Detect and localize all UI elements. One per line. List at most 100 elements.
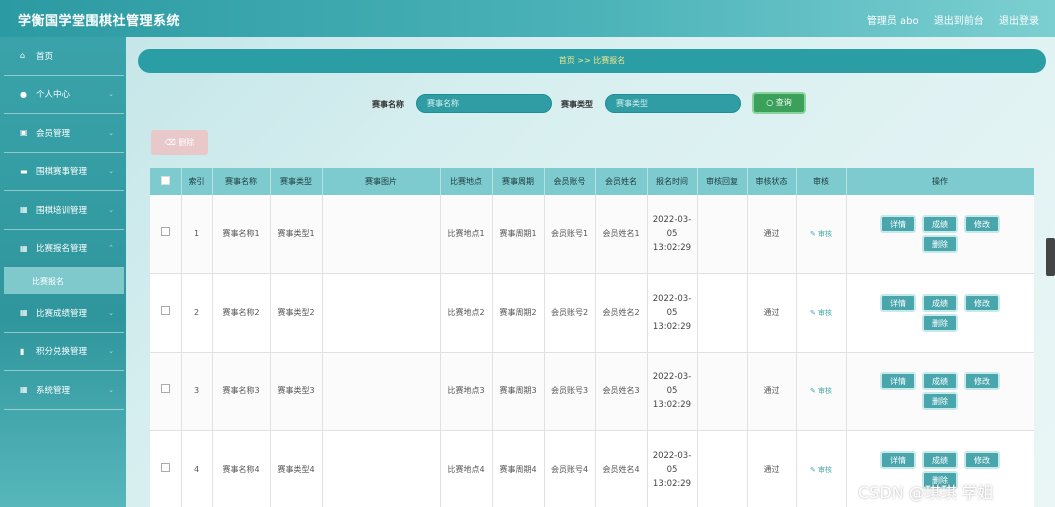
- account-cell: 会员账号2: [544, 273, 596, 353]
- sidebar-item-label: 比赛报名管理: [36, 244, 88, 255]
- event-image-cell: [322, 352, 441, 431]
- event-name-cell: 赛事名称4: [212, 430, 271, 507]
- logout-link[interactable]: 退出登录: [999, 16, 1039, 27]
- edit-button[interactable]: 修改: [964, 450, 1000, 469]
- sidebar-item-registration[interactable]: ▦ 比赛报名管理 ⌃: [4, 230, 124, 268]
- detail-button[interactable]: 详情: [880, 293, 916, 312]
- review-link[interactable]: ✎ 审核: [810, 309, 832, 317]
- sidebar-item-events[interactable]: ▬ 围棋赛事管理 ⌄: [4, 153, 124, 191]
- chevron-up-icon: ⌃: [108, 244, 114, 253]
- table-row: 3 赛事名称3 赛事类型3 比赛地点3 赛事周期3 会员账号3 会员姓名3 20…: [150, 352, 1034, 431]
- table-row: 1 赛事名称1 赛事类型1 比赛地点1 赛事周期1 会员账号1 会员姓名1 20…: [150, 195, 1034, 274]
- event-type-input[interactable]: 赛事类型: [605, 94, 741, 113]
- chevron-down-icon: ⌄: [108, 90, 114, 99]
- detail-button[interactable]: 详情: [880, 450, 916, 469]
- grid-icon: ▦: [20, 385, 28, 395]
- sidebar-item-home[interactable]: ⌂ 首页: [4, 37, 124, 76]
- score-button[interactable]: 成绩: [922, 293, 958, 312]
- event-image-cell: [322, 195, 441, 274]
- trash-icon: ⌫: [164, 138, 179, 147]
- sidebar-item-training[interactable]: ▦ 围棋培训管理 ⌄: [4, 191, 124, 230]
- row-checkbox[interactable]: [160, 305, 170, 315]
- exit-to-front-link[interactable]: 退出到前台: [934, 16, 984, 27]
- header-actions: 管理员 abo 退出到前台 退出登录: [855, 12, 1039, 27]
- signup-time-cell: 2022-03-05 13:02:29: [647, 195, 698, 274]
- grid-icon: ▦: [20, 243, 28, 253]
- signup-time-cell: 2022-03-05 13:02:29: [647, 352, 698, 431]
- row-checkbox[interactable]: [160, 384, 170, 394]
- edit-button[interactable]: 修改: [964, 372, 1000, 391]
- row-checkbox[interactable]: [160, 227, 170, 236]
- review-cell: ✎ 审核: [796, 352, 847, 431]
- delete-button[interactable]: 删除: [922, 235, 958, 253]
- location-cell: 比赛地点1: [440, 195, 493, 274]
- review-link[interactable]: ✎ 审核: [810, 387, 832, 395]
- member-name-cell: 会员姓名4: [595, 430, 648, 507]
- monitor-icon: ▬: [20, 166, 28, 176]
- review-cell: ✎ 审核: [796, 430, 847, 507]
- review-link[interactable]: ✎ 审核: [810, 466, 832, 474]
- score-button[interactable]: 成绩: [922, 450, 958, 469]
- sidebar-subitem-registration[interactable]: 比赛报名: [4, 268, 124, 294]
- sidebar-item-label: 比赛成绩管理: [36, 308, 88, 319]
- row-select-cell: [150, 195, 182, 274]
- review-link-label: 审核: [818, 230, 833, 238]
- detail-button[interactable]: 详情: [880, 372, 916, 391]
- signup-time-cell: 2022-03-05 13:02:29: [647, 273, 698, 353]
- sidebar-item-personal[interactable]: ● 个人中心 ⌄: [4, 76, 124, 114]
- review-link-label: 审核: [818, 387, 833, 396]
- admin-label: 管理员 abo: [866, 16, 919, 27]
- app-title: 学衡国学堂围棋社管理系统: [18, 14, 181, 29]
- sidebar-item-system[interactable]: ▦ 系统管理 ⌄: [4, 371, 124, 410]
- review-status-cell: 通过: [747, 195, 797, 274]
- delete-button[interactable]: 删除: [922, 392, 958, 411]
- index-cell: 4: [181, 430, 213, 507]
- edit-button[interactable]: 修改: [964, 215, 1000, 233]
- member-name-cell: 会员姓名3: [595, 352, 648, 431]
- event-type-cell: 赛事类型2: [270, 273, 323, 353]
- column-header: 会员账号: [544, 168, 596, 195]
- row-checkbox[interactable]: [160, 462, 170, 472]
- sidebar-item-points[interactable]: ▮ 积分兑换管理 ⌄: [4, 333, 124, 371]
- column-header: 操作: [846, 168, 1034, 195]
- column-header: 赛事类型: [270, 168, 323, 195]
- period-cell: 赛事周期3: [492, 352, 545, 431]
- column-header: 会员姓名: [595, 168, 648, 195]
- score-button[interactable]: 成绩: [922, 372, 958, 391]
- query-button-label: 查询: [775, 98, 792, 107]
- chevron-down-icon: ⌄: [108, 347, 114, 356]
- select-all-cell[interactable]: [150, 168, 182, 195]
- sidebar: ⌂ 首页 ● 个人中心 ⌄ ▣ 会员管理 ⌄ ▬ 围棋赛事管理 ⌄ ▦ 围棋培训…: [0, 37, 126, 507]
- detail-button[interactable]: 详情: [880, 215, 916, 233]
- sidebar-item-label: 积分兑换管理: [36, 347, 88, 358]
- event-name-cell: 赛事名称1: [212, 195, 271, 274]
- index-cell: 1: [181, 195, 213, 274]
- edit-button[interactable]: 修改: [964, 293, 1000, 312]
- event-name-input[interactable]: 赛事名称: [416, 94, 552, 113]
- location-cell: 比赛地点3: [440, 352, 493, 431]
- scrollbar-handle[interactable]: [1046, 238, 1055, 276]
- review-cell: ✎ 审核: [796, 195, 847, 274]
- user-icon: ●: [20, 89, 27, 99]
- grid-icon: ▦: [20, 308, 28, 318]
- sidebar-item-label: 个人中心: [36, 90, 71, 101]
- sidebar-item-members[interactable]: ▣ 会员管理 ⌄: [4, 114, 124, 153]
- delete-button[interactable]: 删除: [922, 313, 958, 332]
- sidebar-item-label: 会员管理: [36, 128, 71, 139]
- sidebar-item-scores[interactable]: ▦ 比赛成绩管理 ⌄: [4, 294, 124, 333]
- review-reply-cell: [697, 352, 748, 431]
- review-link[interactable]: ✎ 审核: [810, 230, 832, 238]
- grid-icon: ▦: [20, 205, 28, 215]
- pencil-icon: ✎: [809, 465, 819, 474]
- batch-delete-button[interactable]: ⌫ 删除: [151, 130, 208, 155]
- registration-table: 索引 赛事名称 赛事类型 赛事图片 比赛地点 赛事周期 会员账号 会员姓名 报名…: [150, 168, 1034, 507]
- select-all-checkbox[interactable]: [160, 176, 170, 185]
- account-cell: 会员账号3: [544, 352, 596, 431]
- signup-time-cell: 2022-03-05 13:02:29: [647, 430, 698, 507]
- period-cell: 赛事周期4: [492, 430, 545, 507]
- chevron-down-icon: ⌄: [108, 167, 114, 176]
- index-cell: 2: [181, 273, 213, 353]
- query-button[interactable]: ○ 查询: [752, 92, 806, 114]
- score-button[interactable]: 成绩: [922, 215, 958, 233]
- member-name-cell: 会员姓名1: [595, 195, 648, 274]
